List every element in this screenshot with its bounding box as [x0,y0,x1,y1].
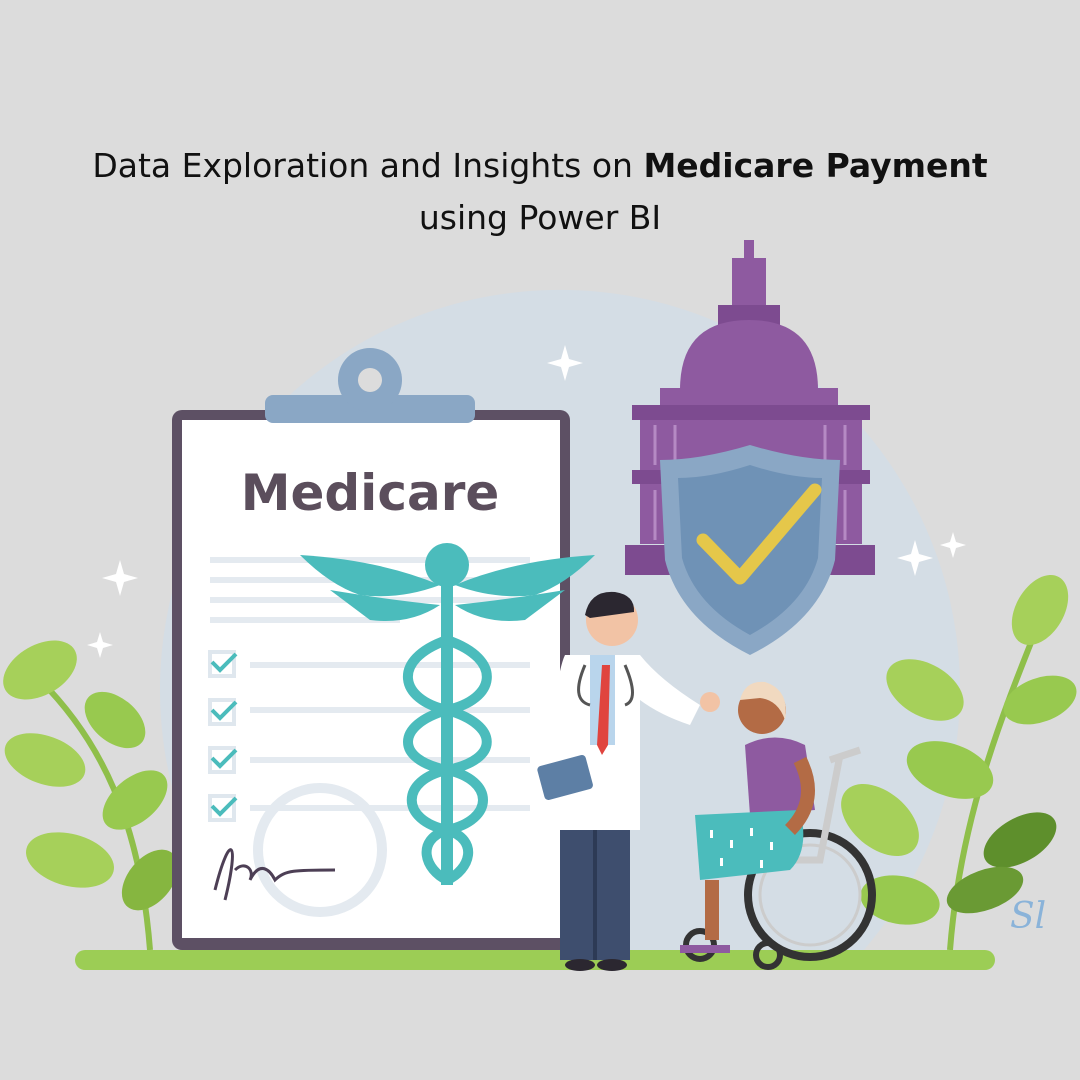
medicare-illustration: Medicare Sl [3,240,1077,971]
clipboard-heading: Medicare [241,464,500,522]
clipboard: Medicare [172,348,570,950]
watermark-logo: Sl [1010,896,1046,937]
ground [75,950,995,970]
